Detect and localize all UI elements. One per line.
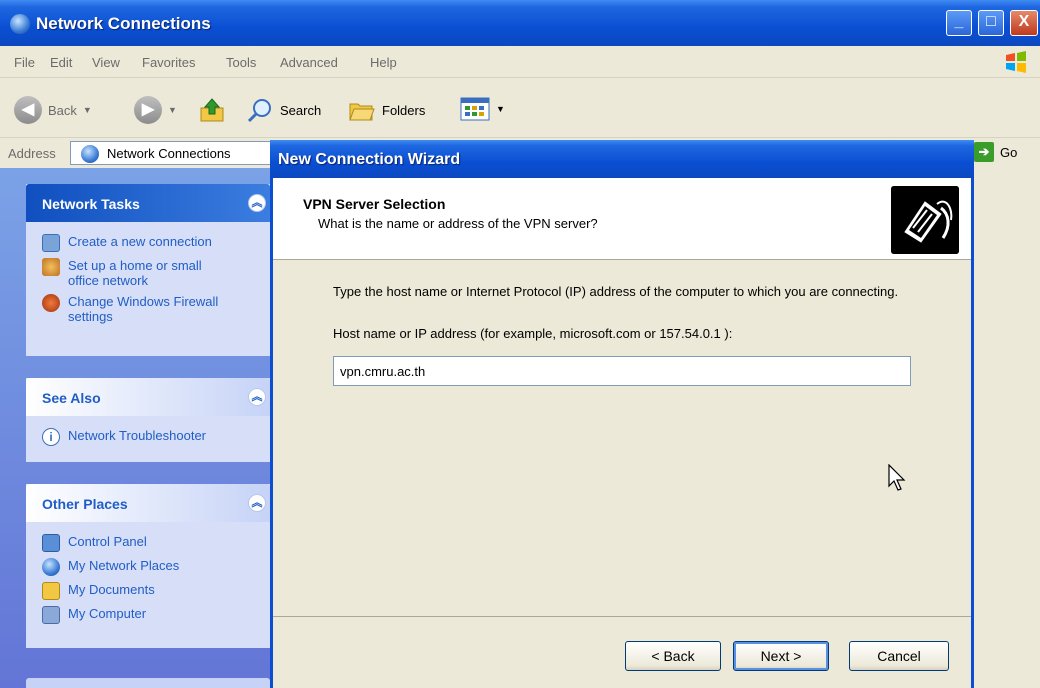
- address-value: Network Connections: [107, 146, 231, 161]
- see-also-header[interactable]: See Also ︽: [26, 378, 270, 416]
- search-button[interactable]: Search: [246, 96, 321, 124]
- place-my-network-places[interactable]: My Network Places: [42, 558, 270, 576]
- forward-nav-button[interactable]: ▶ ▼: [134, 96, 177, 124]
- go-arrow-icon: ➔: [974, 142, 994, 162]
- place-label: My Documents: [68, 582, 155, 597]
- other-places-title: Other Places: [42, 496, 128, 512]
- wizard-step-subtitle: What is the name or address of the VPN s…: [318, 216, 598, 231]
- window-titlebar[interactable]: Network Connections _ □ X: [0, 0, 1040, 46]
- place-my-documents[interactable]: My Documents: [42, 582, 270, 600]
- network-tasks-body: Create a new connection Set up a home or…: [26, 222, 270, 340]
- collapse-chevron-icon[interactable]: ︽: [248, 494, 266, 512]
- menu-edit[interactable]: Edit: [50, 55, 72, 70]
- place-my-computer[interactable]: My Computer: [42, 606, 270, 624]
- maximize-button[interactable]: □: [978, 10, 1004, 36]
- control-panel-icon: [42, 534, 60, 552]
- menu-favorites[interactable]: Favorites: [142, 55, 195, 70]
- menu-view[interactable]: View: [92, 55, 120, 70]
- place-label: My Computer: [68, 606, 147, 621]
- go-label: Go: [1000, 144, 1018, 160]
- place-label: My Network Places: [68, 558, 180, 573]
- see-also-title: See Also: [42, 390, 101, 406]
- task-label: Create a new connection: [68, 234, 212, 249]
- folders-icon: [349, 103, 375, 121]
- wizard-step-title: VPN Server Selection: [303, 196, 446, 212]
- mouse-pointer-icon: [888, 464, 906, 491]
- other-places-header[interactable]: Other Places ︽: [26, 484, 270, 522]
- dialog-titlebar[interactable]: New Connection Wizard: [270, 140, 974, 178]
- firewall-icon: [42, 294, 60, 312]
- network-connections-icon: [10, 14, 30, 34]
- info-icon: i: [42, 428, 60, 446]
- search-label: Search: [280, 102, 322, 118]
- forward-dropdown-icon[interactable]: ▼: [168, 105, 177, 115]
- collapse-chevron-icon[interactable]: ︽: [248, 194, 266, 212]
- place-control-panel[interactable]: Control Panel: [42, 534, 270, 552]
- home-network-icon: [42, 258, 60, 276]
- new-connection-wizard-dialog: New Connection Wizard VPN Server Selecti…: [270, 140, 974, 688]
- address-label: Address: [8, 146, 56, 161]
- windows-flag-icon: [1006, 51, 1026, 73]
- go-button[interactable]: ➔ Go: [974, 142, 1017, 162]
- up-folder-button[interactable]: [198, 96, 226, 124]
- task-network-troubleshooter[interactable]: i Network Troubleshooter: [42, 428, 270, 446]
- menu-advanced[interactable]: Advanced: [280, 55, 338, 70]
- host-field-label: Host name or IP address (for example, mi…: [333, 326, 733, 341]
- network-connections-icon: [81, 145, 99, 163]
- wizard-header: VPN Server Selection What is the name or…: [273, 178, 971, 260]
- search-icon: [247, 99, 271, 123]
- computer-icon: [42, 606, 60, 624]
- forward-arrow-icon: ▶: [134, 96, 162, 124]
- wizard-footer: < Back Next > Cancel: [273, 616, 971, 688]
- folders-button[interactable]: Folders: [348, 96, 425, 124]
- other-places-body: Control Panel My Network Places My Docum…: [26, 522, 270, 640]
- other-places-panel: Other Places ︽ Control Panel My Network …: [26, 484, 270, 648]
- standard-toolbar: ◀ Back ▼ ▶ ▼ Search Folders ▼: [0, 78, 1040, 138]
- task-home-network[interactable]: Set up a home or small office network: [42, 258, 270, 288]
- documents-icon: [42, 582, 60, 600]
- see-also-body: i Network Troubleshooter: [26, 416, 270, 462]
- back-dropdown-icon[interactable]: ▼: [83, 105, 92, 115]
- menu-file[interactable]: File: [14, 55, 35, 70]
- task-firewall-settings[interactable]: Change Windows Firewall settings: [42, 294, 270, 324]
- network-tasks-header[interactable]: Network Tasks ︽: [26, 184, 270, 222]
- task-label: Network Troubleshooter: [68, 428, 207, 443]
- task-pane: Network Tasks ︽ Create a new connection …: [0, 168, 272, 688]
- window-title: Network Connections: [36, 14, 211, 33]
- menu-tools[interactable]: Tools: [226, 55, 256, 70]
- vpn-plug-icon: [891, 186, 959, 254]
- next-button[interactable]: Next >: [733, 641, 829, 671]
- back-arrow-icon: ◀: [14, 96, 42, 124]
- task-create-connection[interactable]: Create a new connection: [42, 234, 270, 252]
- close-button[interactable]: X: [1010, 10, 1038, 36]
- task-label: Set up a home or small office network: [68, 258, 202, 288]
- see-also-panel: See Also ︽ i Network Troubleshooter: [26, 378, 270, 462]
- dialog-title: New Connection Wizard: [278, 151, 461, 168]
- views-icon: [460, 97, 490, 121]
- up-folder-icon: [200, 98, 224, 122]
- folders-label: Folders: [382, 102, 426, 118]
- collapse-chevron-icon[interactable]: ︽: [248, 388, 266, 406]
- wizard-instructions: Type the host name or Internet Protocol …: [333, 284, 899, 299]
- network-tasks-panel: Network Tasks ︽ Create a new connection …: [26, 184, 270, 356]
- menu-bar: File Edit View Favorites Tools Advanced …: [0, 46, 1040, 78]
- network-tasks-title: Network Tasks: [42, 196, 140, 212]
- menu-help[interactable]: Help: [370, 55, 397, 70]
- back-button[interactable]: < Back: [625, 641, 721, 671]
- host-name-input[interactable]: [333, 356, 911, 386]
- collapsed-panel: [26, 678, 270, 688]
- task-label: Change Windows Firewall settings: [68, 294, 219, 324]
- cancel-button[interactable]: Cancel: [849, 641, 949, 671]
- views-dropdown-icon[interactable]: ▼: [496, 104, 505, 114]
- back-nav-button[interactable]: ◀ Back ▼: [14, 96, 92, 124]
- network-places-icon: [42, 558, 60, 576]
- back-label: Back: [48, 102, 77, 118]
- views-button[interactable]: ▼: [460, 96, 505, 122]
- minimize-button[interactable]: _: [946, 10, 972, 36]
- new-connection-icon: [42, 234, 60, 252]
- place-label: Control Panel: [68, 534, 147, 549]
- explorer-window: Network Connections _ □ X File Edit View…: [0, 0, 1040, 688]
